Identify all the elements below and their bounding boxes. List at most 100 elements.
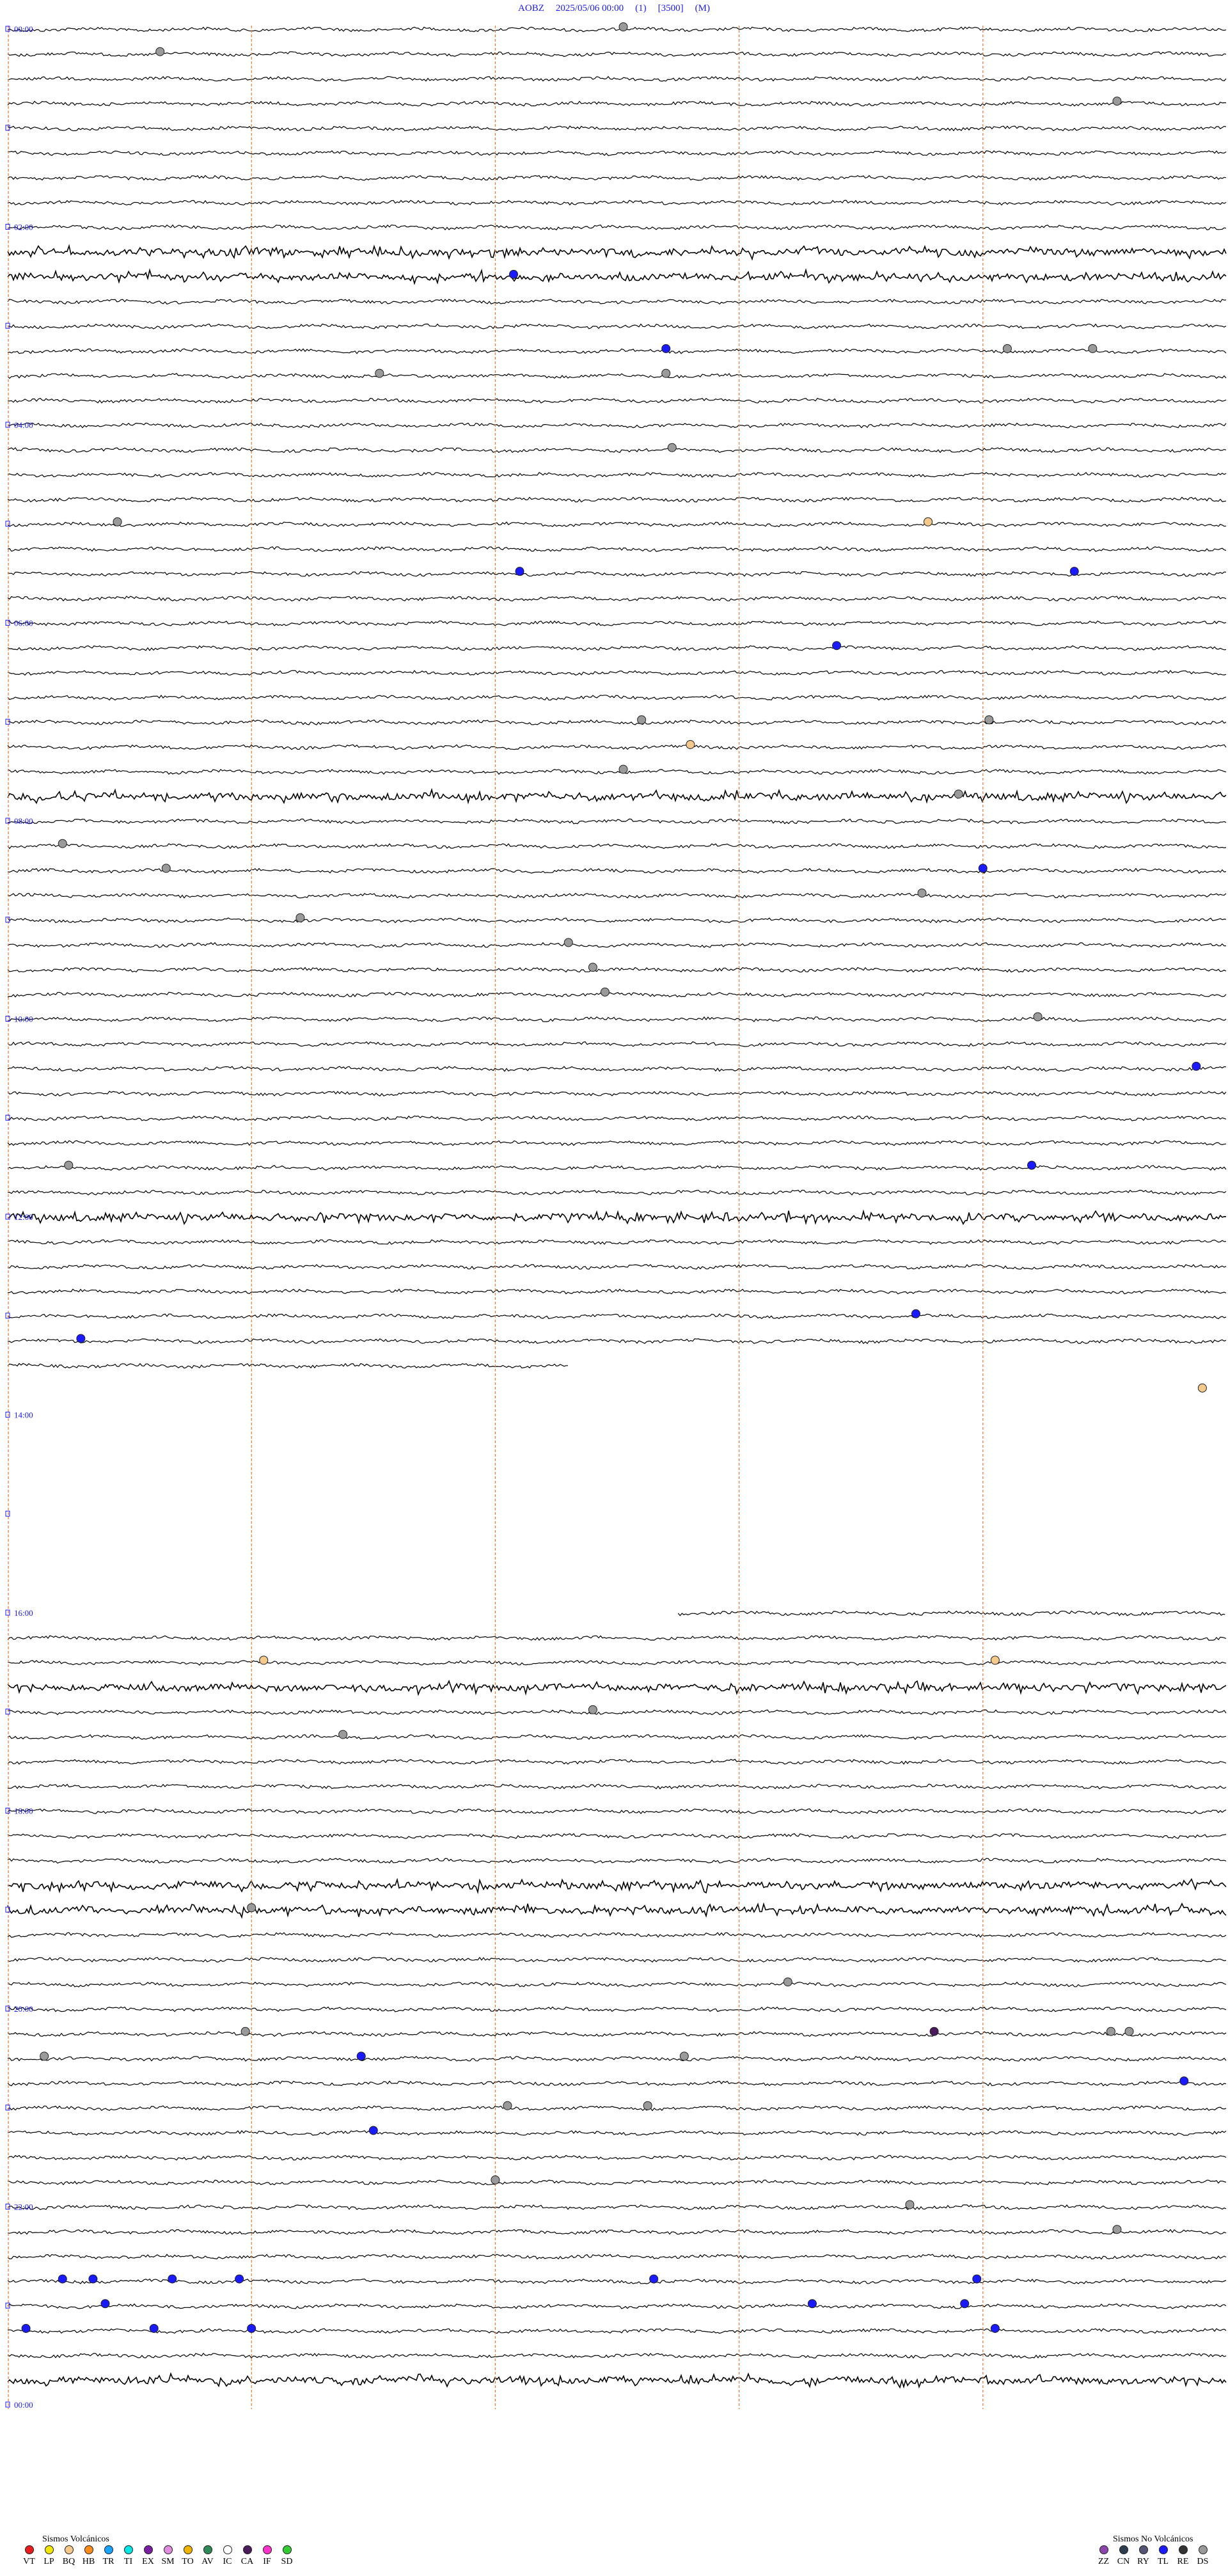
hour-tick-icon xyxy=(5,2005,10,2012)
trace-row xyxy=(7,348,1227,354)
legend-label: VT xyxy=(23,2557,35,2566)
legend-dot-icon xyxy=(123,2545,133,2554)
legend-label: SM xyxy=(161,2557,175,2566)
hour-tick-icon xyxy=(5,2105,10,2111)
event-marker-ds xyxy=(667,443,677,452)
event-marker-ds xyxy=(247,1903,256,1913)
trace-row xyxy=(7,546,1227,552)
legend-dot-icon xyxy=(262,2545,272,2554)
trace-row xyxy=(7,744,1227,750)
trace-row xyxy=(7,571,1227,577)
event-marker-ds xyxy=(1124,2027,1134,2036)
trace-row xyxy=(7,175,1227,181)
trace-row xyxy=(7,26,1227,33)
trace-row xyxy=(7,1902,1227,1919)
hour-label: 10:00 xyxy=(14,1015,33,1024)
event-marker-bq xyxy=(924,517,933,526)
hour-label: 20:00 xyxy=(14,2004,33,2014)
legend-label: AV xyxy=(201,2557,214,2566)
trace-row xyxy=(8,1783,1227,1790)
event-marker-ds xyxy=(783,1977,792,1987)
trace-row xyxy=(7,2031,1227,2037)
event-marker-tl xyxy=(807,2299,817,2309)
hour-label: 22:00 xyxy=(14,2202,33,2212)
trace-row xyxy=(7,1679,1227,1696)
hour-tick-icon xyxy=(5,1412,10,1418)
legend-dot-icon xyxy=(282,2545,292,2554)
trace-row xyxy=(7,2130,1227,2136)
legend-item-av: AV xyxy=(198,2543,217,2567)
legend-item-ds: DS xyxy=(1193,2543,1213,2567)
legend-label: CN xyxy=(1117,2557,1130,2566)
trace-row xyxy=(7,1734,1227,1741)
legend-dot-icon xyxy=(183,2545,193,2554)
volcanic-legend-items: VT LP BQ HB TR TI EX SM TO AV IC CA IF SD xyxy=(19,2543,297,2567)
event-marker-tl xyxy=(100,2299,110,2309)
trace-row xyxy=(7,867,1227,874)
trace-group xyxy=(7,26,1227,2389)
legend-item-tl: TL xyxy=(1153,2543,1173,2567)
event-marker-tl xyxy=(972,2274,982,2284)
trace-row xyxy=(7,2279,1227,2284)
event-marker-bq xyxy=(1197,1383,1207,1393)
legend-dot-icon xyxy=(143,2545,153,2554)
event-marker-tl xyxy=(1179,2076,1189,2086)
event-marker-ds xyxy=(563,938,573,947)
trace-row xyxy=(7,2352,1227,2359)
legend-label: RY xyxy=(1137,2557,1149,2566)
legend-label: TI xyxy=(123,2557,133,2566)
trace-row xyxy=(7,1833,1227,1839)
helicorder-plot: 00:00 02:00 04:00 06:00 08:00 10:00 12:00 14:00… xyxy=(5,22,1227,2410)
event-marker-tl xyxy=(356,2051,366,2061)
trace-row xyxy=(7,1189,1227,1196)
trace-row xyxy=(7,1041,1227,1047)
event-marker-ds xyxy=(643,2101,652,2110)
hour-tick-icon xyxy=(5,1213,10,1220)
trace-row xyxy=(7,2154,1227,2161)
legend-label: TL xyxy=(1157,2557,1169,2566)
legend-item-vt: VT xyxy=(19,2543,39,2567)
event-marker-ds xyxy=(1002,344,1012,353)
legend-dot-icon xyxy=(242,2545,252,2554)
hour-tick-icon xyxy=(5,1510,10,1517)
trace-row xyxy=(7,818,1227,825)
event-marker-ds xyxy=(240,2027,250,2036)
trace-row xyxy=(7,694,1227,701)
trace-row xyxy=(7,75,1227,82)
trace-row xyxy=(7,2303,1227,2309)
legend-label: RE xyxy=(1177,2557,1189,2566)
event-marker-bq xyxy=(259,1655,269,1665)
event-marker-ds xyxy=(161,864,171,873)
trace-row xyxy=(7,2055,1227,2062)
hour-label: 16:00 xyxy=(14,1608,33,1618)
trace-row xyxy=(7,125,1227,132)
event-marker-ds xyxy=(954,789,963,799)
hour-label: 12:00 xyxy=(14,1212,33,1222)
legend-dot-icon xyxy=(203,2545,212,2554)
legend-dot-icon xyxy=(44,2545,54,2554)
trace-row xyxy=(7,397,1227,404)
legend-item-ry: RY xyxy=(1133,2543,1153,2567)
trace-row xyxy=(7,373,1227,379)
hour-label: 14:00 xyxy=(14,1410,33,1420)
nonvolcanic-legend: Sismos No Volcánicos ZZ CN RY TL RE DS xyxy=(1094,2534,1222,2573)
trace-row xyxy=(7,268,1227,285)
trace-row xyxy=(7,892,1227,899)
trace-row xyxy=(7,1313,1227,1320)
hour-label: 04:00 xyxy=(14,420,33,430)
event-marker-tl xyxy=(508,269,518,279)
legend-dot-icon xyxy=(24,2545,34,2554)
legend-item-ex: EX xyxy=(138,2543,158,2567)
legend-label: LP xyxy=(43,2557,54,2566)
trace-row xyxy=(7,1263,1227,1270)
trace-row xyxy=(7,244,1227,261)
legend-dot-icon xyxy=(84,2545,93,2554)
event-marker-tl xyxy=(21,2323,31,2333)
event-marker-ds xyxy=(588,1705,597,1714)
event-marker-ds xyxy=(618,764,628,774)
trace-row xyxy=(7,670,1227,676)
legend-dot-icon xyxy=(1158,2545,1168,2554)
legend-dot-icon xyxy=(64,2545,74,2554)
event-marker-ds xyxy=(984,715,994,725)
trace-row xyxy=(7,496,1227,503)
